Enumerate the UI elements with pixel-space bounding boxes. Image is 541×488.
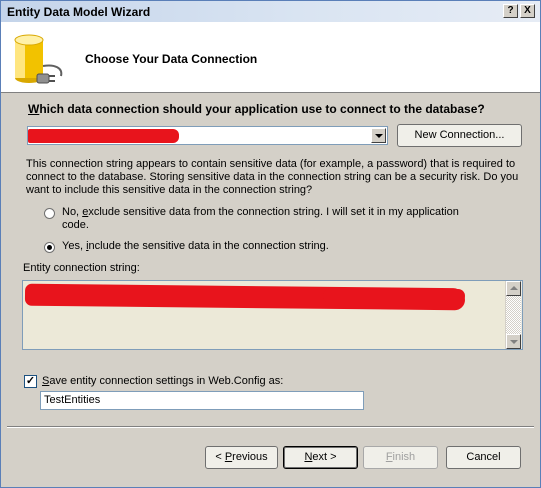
cancel-button[interactable]: Cancel	[446, 446, 521, 469]
include-sensitive-label: Yes, include the sensitive data in the c…	[62, 240, 329, 252]
include-sensitive-radio-option[interactable]: Yes, include the sensitive data in the c…	[44, 240, 344, 255]
window-title: Entity Data Model Wizard	[7, 5, 151, 19]
accelerator-w: W	[28, 102, 40, 116]
exclude-sensitive-label: No, exclude sensitive data from the conn…	[62, 206, 459, 231]
scrollbar-track[interactable]	[506, 296, 521, 334]
finish-button[interactable]: Finish	[363, 446, 438, 469]
wizard-body: Which data connection should your applic…	[1, 93, 540, 487]
close-button[interactable]: X	[520, 4, 535, 18]
database-connection-icon	[14, 34, 63, 84]
save-settings-label[interactable]: Save entity connection settings in Web.C…	[42, 375, 283, 387]
page-title: Choose Your Data Connection	[85, 52, 258, 66]
wizard-window: Entity Data Model Wizard ? X Choose Your…	[0, 0, 541, 488]
title-bar[interactable]: Entity Data Model Wizard ? X	[1, 1, 540, 23]
next-button[interactable]: Next >	[283, 446, 358, 469]
question-text: hich data connection should your applica…	[39, 102, 485, 116]
entity-connection-string-box[interactable]	[22, 280, 523, 350]
footer-divider	[7, 426, 534, 428]
help-button[interactable]: ?	[503, 4, 518, 18]
entities-name-input[interactable]: TestEntities	[40, 391, 364, 410]
save-settings-checkbox[interactable]: ✓	[24, 375, 37, 388]
include-sensitive-radio[interactable]	[44, 242, 55, 253]
redacted-connection-value	[28, 129, 179, 143]
data-connection-dropdown[interactable]	[27, 126, 388, 145]
exclude-sensitive-radio[interactable]	[44, 208, 55, 219]
vertical-scrollbar[interactable]	[505, 281, 522, 349]
connection-question: Which data connection should your applic…	[28, 102, 485, 116]
wizard-header: Choose Your Data Connection	[1, 22, 540, 93]
previous-button[interactable]: < Previous	[205, 446, 278, 469]
scroll-up-icon[interactable]	[506, 281, 521, 296]
new-connection-button[interactable]: New Connection...	[397, 124, 522, 147]
scroll-down-icon[interactable]	[506, 334, 521, 349]
entity-connection-label: Entity connection string:	[23, 262, 140, 274]
chevron-down-icon[interactable]	[371, 128, 386, 143]
sensitive-data-info: This connection string appears to contai…	[26, 158, 519, 196]
redacted-connection-string-tail	[323, 289, 465, 303]
exclude-sensitive-radio-option[interactable]: No, exclude sensitive data from the conn…	[44, 206, 484, 234]
